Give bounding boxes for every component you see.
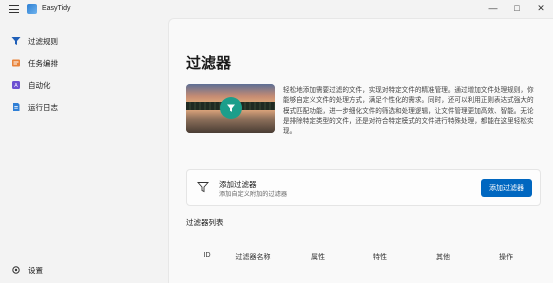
filter-icon [10, 35, 22, 47]
filter-list-title: 过滤器列表 [186, 218, 224, 227]
maximize-button[interactable]: □ [505, 0, 529, 16]
add-filter-subtitle: 添加自定义附加的过滤器 [219, 191, 288, 198]
sidebar-item-label: 过滤规则 [28, 36, 58, 46]
column-header-name[interactable]: 过滤器名称 [236, 252, 271, 262]
page-title: 过滤器 [186, 55, 232, 72]
sidebar-item-automation[interactable]: A 自动化 [0, 74, 150, 96]
sidebar-item-run-log[interactable]: 运行日志 [0, 96, 150, 118]
add-filter-button[interactable]: 添加过滤器 [481, 179, 532, 197]
column-header-id[interactable]: ID [204, 252, 211, 259]
minimize-button[interactable]: — [481, 0, 505, 16]
window-controls: — □ ✕ [481, 0, 553, 18]
close-button[interactable]: ✕ [529, 0, 553, 16]
menu-icon[interactable] [9, 5, 19, 13]
column-header-attribute[interactable]: 属性 [311, 252, 325, 262]
column-header-other[interactable]: 其他 [436, 252, 450, 262]
sidebar-item-label: 运行日志 [28, 102, 58, 112]
column-header-actions[interactable]: 操作 [499, 252, 513, 262]
table-header: ID 过滤器名称 属性 特性 其他 操作 [186, 252, 541, 264]
svg-text:A: A [14, 83, 18, 89]
filter-badge-icon [220, 97, 242, 119]
filter-icon [196, 181, 210, 195]
sidebar-item-task-orchestration[interactable]: 任务编排 [0, 52, 150, 74]
gear-icon [10, 265, 22, 275]
log-icon [10, 101, 22, 113]
task-icon [10, 57, 22, 69]
settings-label: 设置 [28, 265, 43, 275]
sidebar-item-label: 自动化 [28, 80, 51, 90]
sidebar-item-label: 任务编排 [28, 58, 58, 68]
page-description: 轻松地添加需要过滤的文件，实现对特定文件的精准管理。通过增加文件处理规则，你能够… [283, 87, 534, 136]
automation-icon: A [10, 79, 22, 91]
app-logo-icon [27, 4, 37, 14]
column-header-feature[interactable]: 特性 [373, 252, 387, 262]
sidebar-item-filter-rules[interactable]: 过滤规则 [0, 30, 150, 52]
app-title: EasyTidy [42, 5, 71, 12]
sidebar: 过滤规则 任务编排 A 自动化 运行日志 [0, 30, 150, 118]
sidebar-item-settings[interactable]: 设置 [0, 259, 150, 281]
title-bar: EasyTidy — □ ✕ [0, 0, 553, 18]
add-filter-card: 添加过滤器 添加自定义附加的过滤器 添加过滤器 [186, 169, 541, 206]
